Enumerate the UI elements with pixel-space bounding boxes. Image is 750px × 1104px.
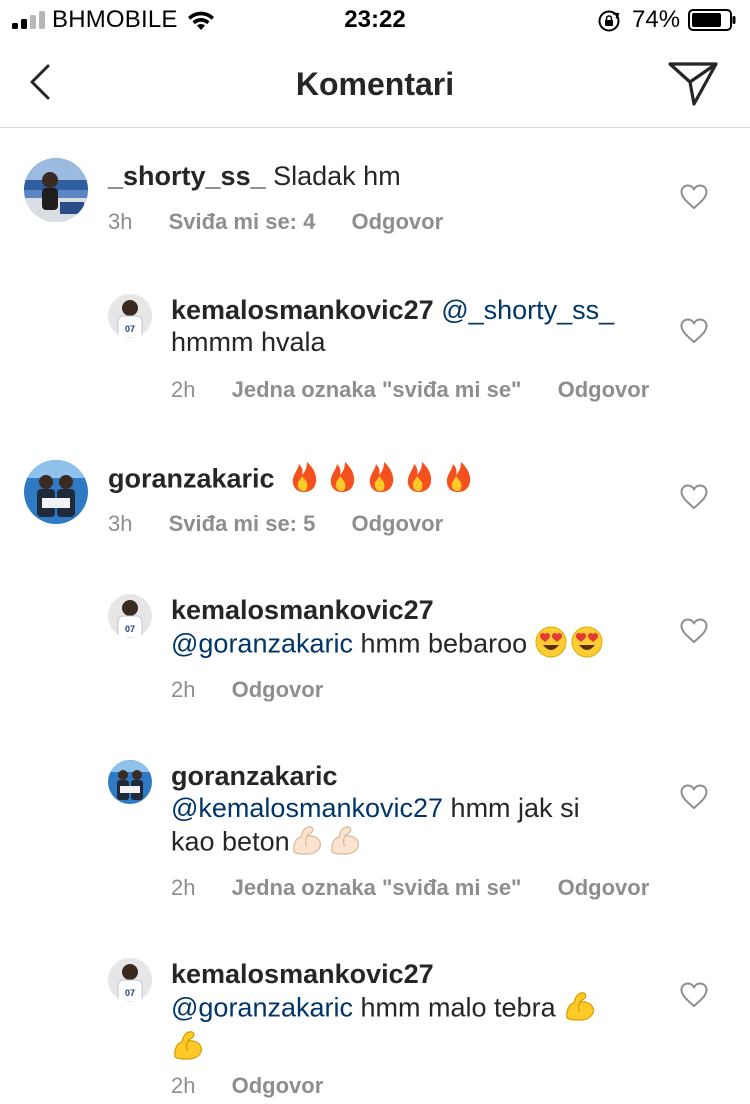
direct-send-icon[interactable] [666,58,720,108]
comment-username[interactable]: goranzakaric [171,761,338,791]
heart-like-icon[interactable] [680,982,708,1008]
comment-time: 3h [108,209,133,234]
comment-username[interactable]: goranzakaric [108,464,275,494]
comment-username[interactable]: _shorty_ss_ [108,161,266,191]
comment-meta: 2h Odgovor [171,677,353,703]
page-title: Komentari [295,66,455,102]
comment-text: goranzakaric [108,460,480,501]
comment-body: hmm jak si [450,793,580,823]
avatar[interactable]: 07 [108,594,152,638]
mention-link[interactable]: @kemalosmankovic27 [171,793,443,823]
heart-eyes-emoji [535,626,605,665]
reply-button[interactable]: Odgovor [232,1073,324,1098]
comment-time: 2h [171,377,196,402]
status-bar: BHMOBILE 23:22 74% [0,0,750,40]
comment-username[interactable]: kemalosmankovic27 [171,295,434,325]
heart-like-icon[interactable] [680,484,708,510]
reply-button[interactable]: Odgovor [351,511,443,536]
likes-count-button[interactable]: Sviđa mi se: 4 [169,209,316,234]
svg-text:07: 07 [125,324,135,334]
comment-username[interactable]: kemalosmankovic27 [171,959,434,989]
comment-text: kemalosmankovic27 @goranzakaric hmm malo… [171,958,599,1068]
fire-emoji [290,460,480,501]
comment-meta: 2h Jedna oznaka "sviđa mi se" Odgovor [171,875,679,901]
comment-time: 2h [171,677,196,702]
likes-count-button[interactable]: Sviđa mi se: 5 [169,511,316,536]
comment-text: goranzakaric @kemalosmankovic27 hmm jak … [171,760,580,863]
comment-username[interactable]: kemalosmankovic27 [171,595,434,625]
flexed-biceps-emoji [290,824,366,863]
battery-icon [688,9,736,31]
comment-body: hmm bebaroo [360,628,528,659]
comment-meta: 3h Sviđa mi se: 4 Odgovor [108,209,473,235]
reply-button[interactable]: Odgovor [558,875,650,900]
likes-count-button[interactable]: Jedna oznaka "sviđa mi se" [232,377,522,402]
comment-meta: 3h Sviđa mi se: 5 Odgovor [108,511,473,537]
rotation-lock-icon [598,10,620,32]
svg-text:07: 07 [125,988,135,998]
flexed-biceps-emoji [171,1029,207,1068]
comment-time: 3h [108,511,133,536]
mention-link[interactable]: @_shorty_ss_ [441,295,614,325]
reply-button[interactable]: Odgovor [558,377,650,402]
comment-time: 2h [171,875,196,900]
comment-text: kemalosmankovic27 @_shorty_ss_ hmmm hval… [171,294,614,358]
reply-button[interactable]: Odgovor [351,209,443,234]
flexed-biceps-emoji [563,990,599,1029]
avatar[interactable] [24,158,88,222]
battery-percentage: 74% [632,6,681,33]
comment-text: _shorty_ss_ Sladak hm [108,160,401,192]
comment-meta: 2h Odgovor [171,1073,353,1099]
svg-text:07: 07 [125,624,135,634]
header: Komentari [0,40,750,128]
mention-link[interactable]: @goranzakaric [171,993,353,1023]
avatar[interactable] [24,460,88,524]
comment-body: hmmm hvala [171,327,326,357]
comment-body: Sladak hm [273,161,401,191]
avatar[interactable]: 07 [108,958,152,1002]
heart-like-icon[interactable] [680,184,708,210]
avatar[interactable]: 07 [108,294,152,338]
comment-meta: 2h Jedna oznaka "sviđa mi se" Odgovor [171,377,679,403]
heart-like-icon[interactable] [680,784,708,810]
comment-body: kao beton [171,826,290,857]
heart-like-icon[interactable] [680,618,708,644]
comment-body: hmm malo tebra [360,992,556,1023]
comment-text: kemalosmankovic27 @goranzakaric hmm beba… [171,594,605,665]
avatar[interactable] [108,760,152,804]
mention-link[interactable]: @goranzakaric [171,629,353,659]
comment-time: 2h [171,1073,196,1098]
heart-like-icon[interactable] [680,318,708,344]
likes-count-button[interactable]: Jedna oznaka "sviđa mi se" [232,875,522,900]
reply-button[interactable]: Odgovor [232,677,324,702]
